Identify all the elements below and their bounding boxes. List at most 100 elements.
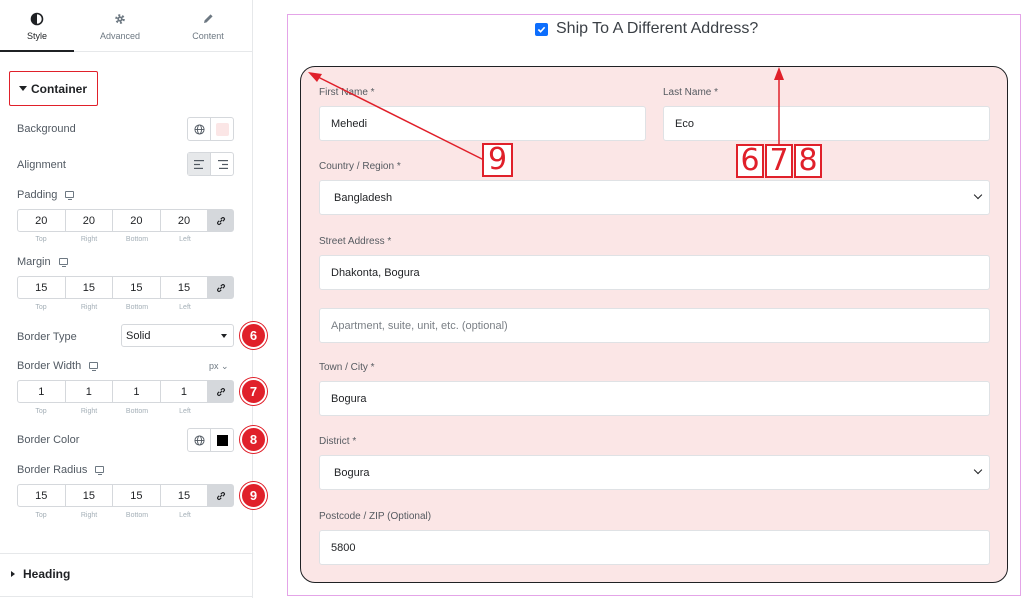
- border-radius-inputs: 15 15 15 15: [17, 484, 234, 507]
- first-name-label: First Name *: [319, 87, 375, 98]
- margin-bottom-input[interactable]: 15: [113, 277, 161, 298]
- dim-label-top: Top: [35, 512, 47, 519]
- country-label: Country / Region *: [319, 161, 401, 172]
- border-radius-top-input[interactable]: 15: [18, 485, 66, 506]
- panel-tabs: Style Advanced Content: [0, 0, 252, 52]
- section-divider: [0, 596, 252, 597]
- last-name-label: Last Name *: [663, 87, 719, 98]
- unit-selector[interactable]: px ⌄: [209, 361, 229, 372]
- street-field[interactable]: Dhakonta, Bogura: [319, 255, 990, 290]
- dim-label-top: Top: [35, 304, 47, 311]
- container-section-toggle[interactable]: Container: [9, 71, 98, 106]
- border-width-label-text: Border Width: [17, 360, 82, 372]
- unit-value: px: [209, 361, 219, 371]
- border-radius-bottom-input[interactable]: 15: [113, 485, 161, 506]
- border-type-select[interactable]: Solid: [121, 324, 234, 347]
- tab-content-label: Content: [192, 31, 224, 41]
- border-width-dimension-labels: Top Right Bottom Left: [17, 408, 209, 415]
- alignment-label: Alignment: [17, 159, 66, 171]
- dim-label-bottom: Bottom: [125, 512, 149, 519]
- margin-dimension-labels: Top Right Bottom Left: [17, 304, 209, 311]
- align-left-icon: [193, 159, 204, 169]
- margin-left-input[interactable]: 15: [161, 277, 209, 298]
- border-color-swatch-button[interactable]: [210, 429, 233, 451]
- step-badge-8: 8: [240, 426, 267, 453]
- align-right-icon: [217, 159, 228, 169]
- border-width-left-input[interactable]: 1: [161, 381, 209, 402]
- town-field[interactable]: Bogura: [319, 381, 990, 416]
- apartment-field[interactable]: Apartment, suite, unit, etc. (optional): [319, 308, 990, 343]
- step-badge-7: 7: [240, 378, 267, 405]
- margin-link-button[interactable]: [208, 277, 234, 298]
- align-left-button[interactable]: [188, 153, 211, 175]
- dim-label-left: Left: [179, 236, 191, 243]
- padding-left-input[interactable]: 20: [161, 210, 209, 231]
- heading-section-toggle[interactable]: Heading: [9, 567, 70, 581]
- dim-label-left: Left: [179, 304, 191, 311]
- background-swatch-button[interactable]: [210, 118, 233, 140]
- global-globe-button[interactable]: [188, 118, 210, 140]
- border-radius-label: Border Radius: [17, 464, 105, 476]
- postcode-label: Postcode / ZIP (Optional): [319, 511, 432, 522]
- globe-icon: [194, 123, 205, 135]
- dim-label-top: Top: [35, 236, 47, 243]
- margin-label-text: Margin: [17, 256, 51, 268]
- padding-inputs: 20 20 20 20: [17, 209, 234, 232]
- contrast-circle-icon: [30, 12, 44, 26]
- dim-label-bottom: Bottom: [125, 408, 149, 415]
- district-select[interactable]: Bogura: [319, 455, 990, 490]
- caret-right-icon: [11, 571, 15, 577]
- padding-right-input[interactable]: 20: [66, 210, 114, 231]
- border-width-bottom-input[interactable]: 1: [113, 381, 161, 402]
- border-width-right-input[interactable]: 1: [66, 381, 114, 402]
- ship-different-address-toggle[interactable]: Ship To A Different Address?: [535, 19, 758, 39]
- global-globe-button[interactable]: [188, 429, 210, 451]
- border-radius-right-input[interactable]: 15: [66, 485, 114, 506]
- border-color-label: Border Color: [17, 434, 80, 446]
- padding-link-button[interactable]: [208, 210, 234, 231]
- chevron-down-icon: [973, 465, 983, 475]
- street-label: Street Address *: [319, 236, 392, 247]
- globe-icon: [194, 434, 205, 446]
- link-icon: [216, 216, 225, 225]
- border-width-top-input[interactable]: 1: [18, 381, 66, 402]
- padding-bottom-input[interactable]: 20: [113, 210, 161, 231]
- dim-label-right: Right: [80, 236, 98, 243]
- tab-advanced-label: Advanced: [99, 31, 141, 41]
- annotation-label-9: 9: [482, 143, 513, 177]
- last-name-field[interactable]: Eco: [663, 106, 990, 141]
- margin-right-input[interactable]: 15: [66, 277, 114, 298]
- district-label: District *: [319, 436, 357, 447]
- tab-content[interactable]: Content: [172, 0, 244, 52]
- border-radius-link-button[interactable]: [208, 485, 234, 506]
- section-divider: [0, 553, 252, 554]
- link-icon: [216, 491, 225, 500]
- step-badge-9: 9: [240, 482, 267, 509]
- tab-style-label: Style: [26, 31, 47, 41]
- caret-down-icon: [19, 86, 27, 91]
- ship-checkbox[interactable]: [535, 22, 548, 36]
- desktop-monitor-icon: [95, 466, 105, 476]
- border-radius-label-text: Border Radius: [17, 464, 88, 476]
- container-section-title: Container: [31, 82, 88, 96]
- postcode-field[interactable]: 5800: [319, 530, 990, 565]
- align-right-button[interactable]: [210, 153, 233, 175]
- gear-icon: [115, 14, 125, 24]
- padding-dimension-labels: Top Right Bottom Left: [17, 236, 209, 243]
- border-width-inputs: 1 1 1 1: [17, 380, 234, 403]
- country-value: Bangladesh: [334, 192, 393, 204]
- country-select[interactable]: Bangladesh: [319, 180, 990, 215]
- first-name-field[interactable]: Mehedi: [319, 106, 646, 141]
- checkmark-icon: [537, 26, 546, 33]
- alignment-control: [187, 152, 234, 176]
- tab-advanced[interactable]: Advanced: [84, 0, 156, 52]
- district-value: Bogura: [334, 467, 370, 479]
- border-width-link-button[interactable]: [208, 381, 234, 402]
- tab-style[interactable]: Style: [0, 0, 74, 52]
- padding-top-input[interactable]: 20: [18, 210, 66, 231]
- link-icon: [216, 283, 225, 292]
- margin-top-input[interactable]: 15: [18, 277, 66, 298]
- dim-label-right: Right: [80, 408, 98, 415]
- border-radius-left-input[interactable]: 15: [161, 485, 209, 506]
- dim-label-bottom: Bottom: [125, 236, 149, 243]
